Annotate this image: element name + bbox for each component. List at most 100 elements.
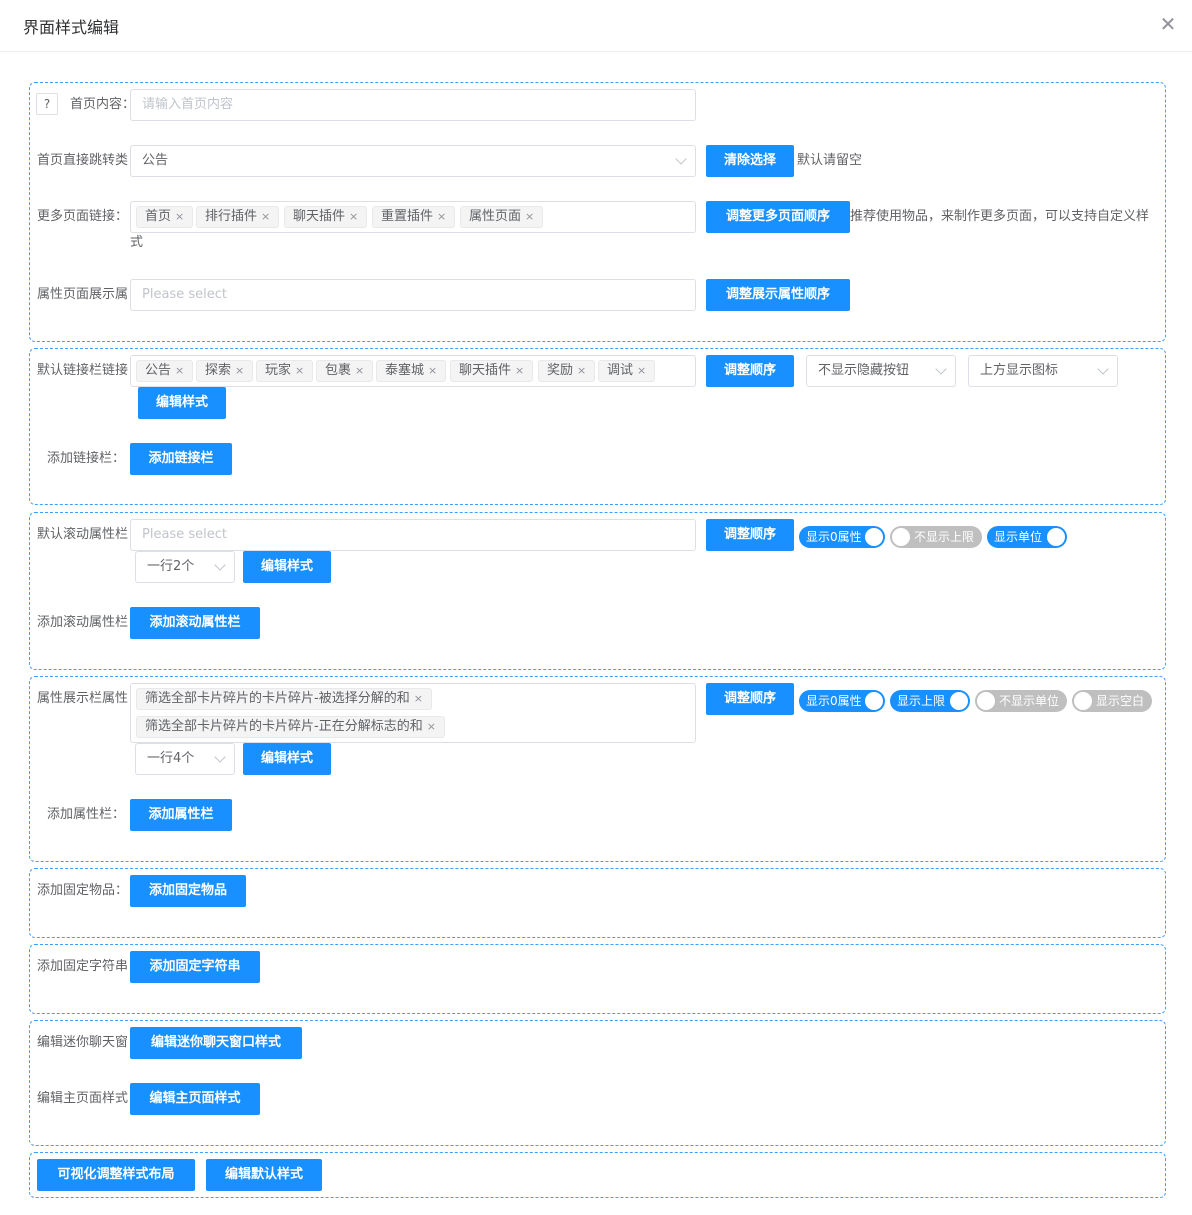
close-icon[interactable]: × <box>637 364 646 377</box>
show-zero-attr-toggle[interactable]: 显示0属性 <box>799 690 885 712</box>
toggle-knob <box>865 692 883 710</box>
tag-label: 筛选全部卡片碎片的卡片碎片-被选择分解的和 <box>145 691 410 706</box>
add-link-bar-button[interactable]: 添加链接栏 <box>130 443 232 475</box>
scroll-attr-label: 默认滚动属性栏 <box>37 527 129 542</box>
chevron-down-icon <box>675 153 687 165</box>
close-icon[interactable]: × <box>235 364 244 377</box>
adjust-order-button[interactable]: 调整顺序 <box>706 519 794 551</box>
close-icon[interactable]: × <box>515 364 524 377</box>
section-layout <box>29 1152 1166 1198</box>
tag-label: 包裹 <box>325 363 352 378</box>
toggle-label: 显示0属性 <box>806 530 862 544</box>
close-icon[interactable]: ✕ <box>1158 14 1178 34</box>
toggle-label: 显示上限 <box>897 694 946 708</box>
hide-limit-toggle[interactable]: 不显示上限 <box>890 526 982 548</box>
default-links-select[interactable]: 公告 × 探索 × 玩家 × 包裹 × 泰塞城 × 聊天插件 × 奖励 × 调试 × <box>130 355 696 387</box>
add-fixed-item-label: 添加固定物品： <box>37 883 129 898</box>
add-scroll-attr-button[interactable]: 添加滚动属性栏 <box>130 607 260 639</box>
attr-display-label: 属性展示栏属性 <box>37 691 129 706</box>
tag-item: 奖励 × <box>538 360 596 382</box>
tag-label: 玩家 <box>265 363 292 378</box>
attr-page-placeholder: Please select <box>142 287 227 302</box>
tag-label: 聊天插件 <box>459 363 512 378</box>
close-icon[interactable]: × <box>428 364 437 377</box>
hide-button-select[interactable]: 不显示隐藏按钮 <box>806 355 956 387</box>
adjust-attr-order-button[interactable]: 调整展示属性顺序 <box>706 279 850 311</box>
add-fixed-item-button[interactable]: 添加固定物品 <box>130 875 246 907</box>
dialog-header: 界面样式编辑 ✕ <box>0 0 1192 52</box>
hide-unit-toggle[interactable]: 不显示单位 <box>975 690 1067 712</box>
add-fixed-string-button[interactable]: 添加固定字符串 <box>130 951 260 983</box>
toggle-knob <box>950 692 968 710</box>
per-row-value: 一行4个 <box>147 751 195 766</box>
adjust-order-button[interactable]: 调整顺序 <box>706 683 794 715</box>
add-attr-bar-label: 添加属性栏： <box>47 807 126 822</box>
home-jump-select[interactable]: 公告 <box>130 145 696 177</box>
main-page-label: 编辑主页面样式 <box>37 1091 129 1106</box>
tag-label: 奖励 <box>547 363 574 378</box>
jump-hint: 默认请留空 <box>797 153 863 168</box>
chevron-down-icon <box>935 363 947 375</box>
edit-style-button[interactable]: 编辑样式 <box>243 743 331 775</box>
hide-button-value: 不显示隐藏按钮 <box>818 363 910 378</box>
toggle-knob <box>892 528 910 546</box>
edit-default-style-button[interactable]: 编辑默认样式 <box>206 1159 322 1191</box>
toggle-label: 显示单位 <box>994 530 1043 544</box>
home-content-input[interactable]: 请输入首页内容 <box>130 89 696 121</box>
show-limit-toggle[interactable]: 显示上限 <box>890 690 970 712</box>
tag-item: 探索 × <box>196 360 254 382</box>
attr-page-select[interactable]: Please select <box>130 279 696 311</box>
tag-item: 公告 × <box>136 360 194 382</box>
clear-selection-button[interactable]: 清除选择 <box>706 145 794 177</box>
add-fixed-string-label: 添加固定字符串 <box>37 959 129 974</box>
scroll-attr-select[interactable]: Please select <box>130 519 696 551</box>
icon-position-select[interactable]: 上方显示图标 <box>968 355 1118 387</box>
close-icon[interactable]: × <box>355 364 364 377</box>
edit-style-button[interactable]: 编辑样式 <box>243 551 331 583</box>
tag-item: 泰塞城 × <box>376 360 447 382</box>
tag-item: 玩家 × <box>256 360 314 382</box>
tag-label: 筛选全部卡片碎片的卡片碎片-正在分解标志的和 <box>145 719 423 734</box>
per-row-select[interactable]: 一行2个 <box>135 551 235 583</box>
tag-item: 聊天插件 × <box>450 360 534 382</box>
tag-label: 探索 <box>205 363 232 378</box>
attr-display-select[interactable]: 筛选全部卡片碎片的卡片碎片-被选择分解的和 × 筛选全部卡片碎片的卡片碎片-正在分… <box>130 683 696 743</box>
adjust-order-button[interactable]: 调整顺序 <box>706 355 794 387</box>
close-icon[interactable]: × <box>175 364 184 377</box>
show-blank-toggle[interactable]: 显示空白 <box>1072 690 1152 712</box>
show-zero-attr-toggle[interactable]: 显示0属性 <box>799 526 885 548</box>
add-link-bar-label: 添加链接栏： <box>47 451 126 466</box>
edit-mini-chat-style-button[interactable]: 编辑迷你聊天窗口样式 <box>130 1027 302 1059</box>
tag-label: 公告 <box>145 363 172 378</box>
tag-label: 调试 <box>607 363 634 378</box>
toggle-knob <box>1047 528 1065 546</box>
close-icon[interactable]: × <box>577 364 586 377</box>
edit-main-page-style-button[interactable]: 编辑主页面样式 <box>130 1083 260 1115</box>
close-icon[interactable]: × <box>427 720 436 733</box>
toggle-label: 显示空白 <box>1096 694 1145 708</box>
home-jump-value: 公告 <box>142 153 169 168</box>
more-pages-label: 更多页面链接： <box>37 209 129 224</box>
chevron-down-icon <box>1097 363 1109 375</box>
icon-position-value: 上方显示图标 <box>980 363 1059 378</box>
visual-layout-button[interactable]: 可视化调整样式布局 <box>37 1159 195 1191</box>
toggle-label: 显示0属性 <box>806 694 862 708</box>
home-jump-label: 首页直接跳转类 <box>37 153 129 168</box>
mini-chat-label: 编辑迷你聊天窗 <box>37 1035 129 1050</box>
close-icon[interactable]: × <box>414 692 423 705</box>
per-row-value: 一行2个 <box>147 559 195 574</box>
close-icon[interactable]: × <box>295 364 304 377</box>
show-unit-toggle[interactable]: 显示单位 <box>987 526 1067 548</box>
tag-item: 包裹 × <box>316 360 374 382</box>
attr-page-label: 属性页面展示属 <box>37 287 129 302</box>
tag-item: 筛选全部卡片碎片的卡片碎片-正在分解标志的和 × <box>136 716 445 738</box>
tag-item: 筛选全部卡片碎片的卡片碎片-被选择分解的和 × <box>136 688 432 710</box>
chevron-down-icon <box>214 559 226 571</box>
home-content-placeholder: 请输入首页内容 <box>142 97 234 112</box>
help-icon[interactable]: ? <box>36 93 58 115</box>
add-attr-bar-button[interactable]: 添加属性栏 <box>130 799 232 831</box>
tag-label: 泰塞城 <box>385 363 425 378</box>
per-row-select[interactable]: 一行4个 <box>135 743 235 775</box>
edit-style-button[interactable]: 编辑样式 <box>138 387 226 419</box>
toggle-label: 不显示单位 <box>999 694 1060 708</box>
